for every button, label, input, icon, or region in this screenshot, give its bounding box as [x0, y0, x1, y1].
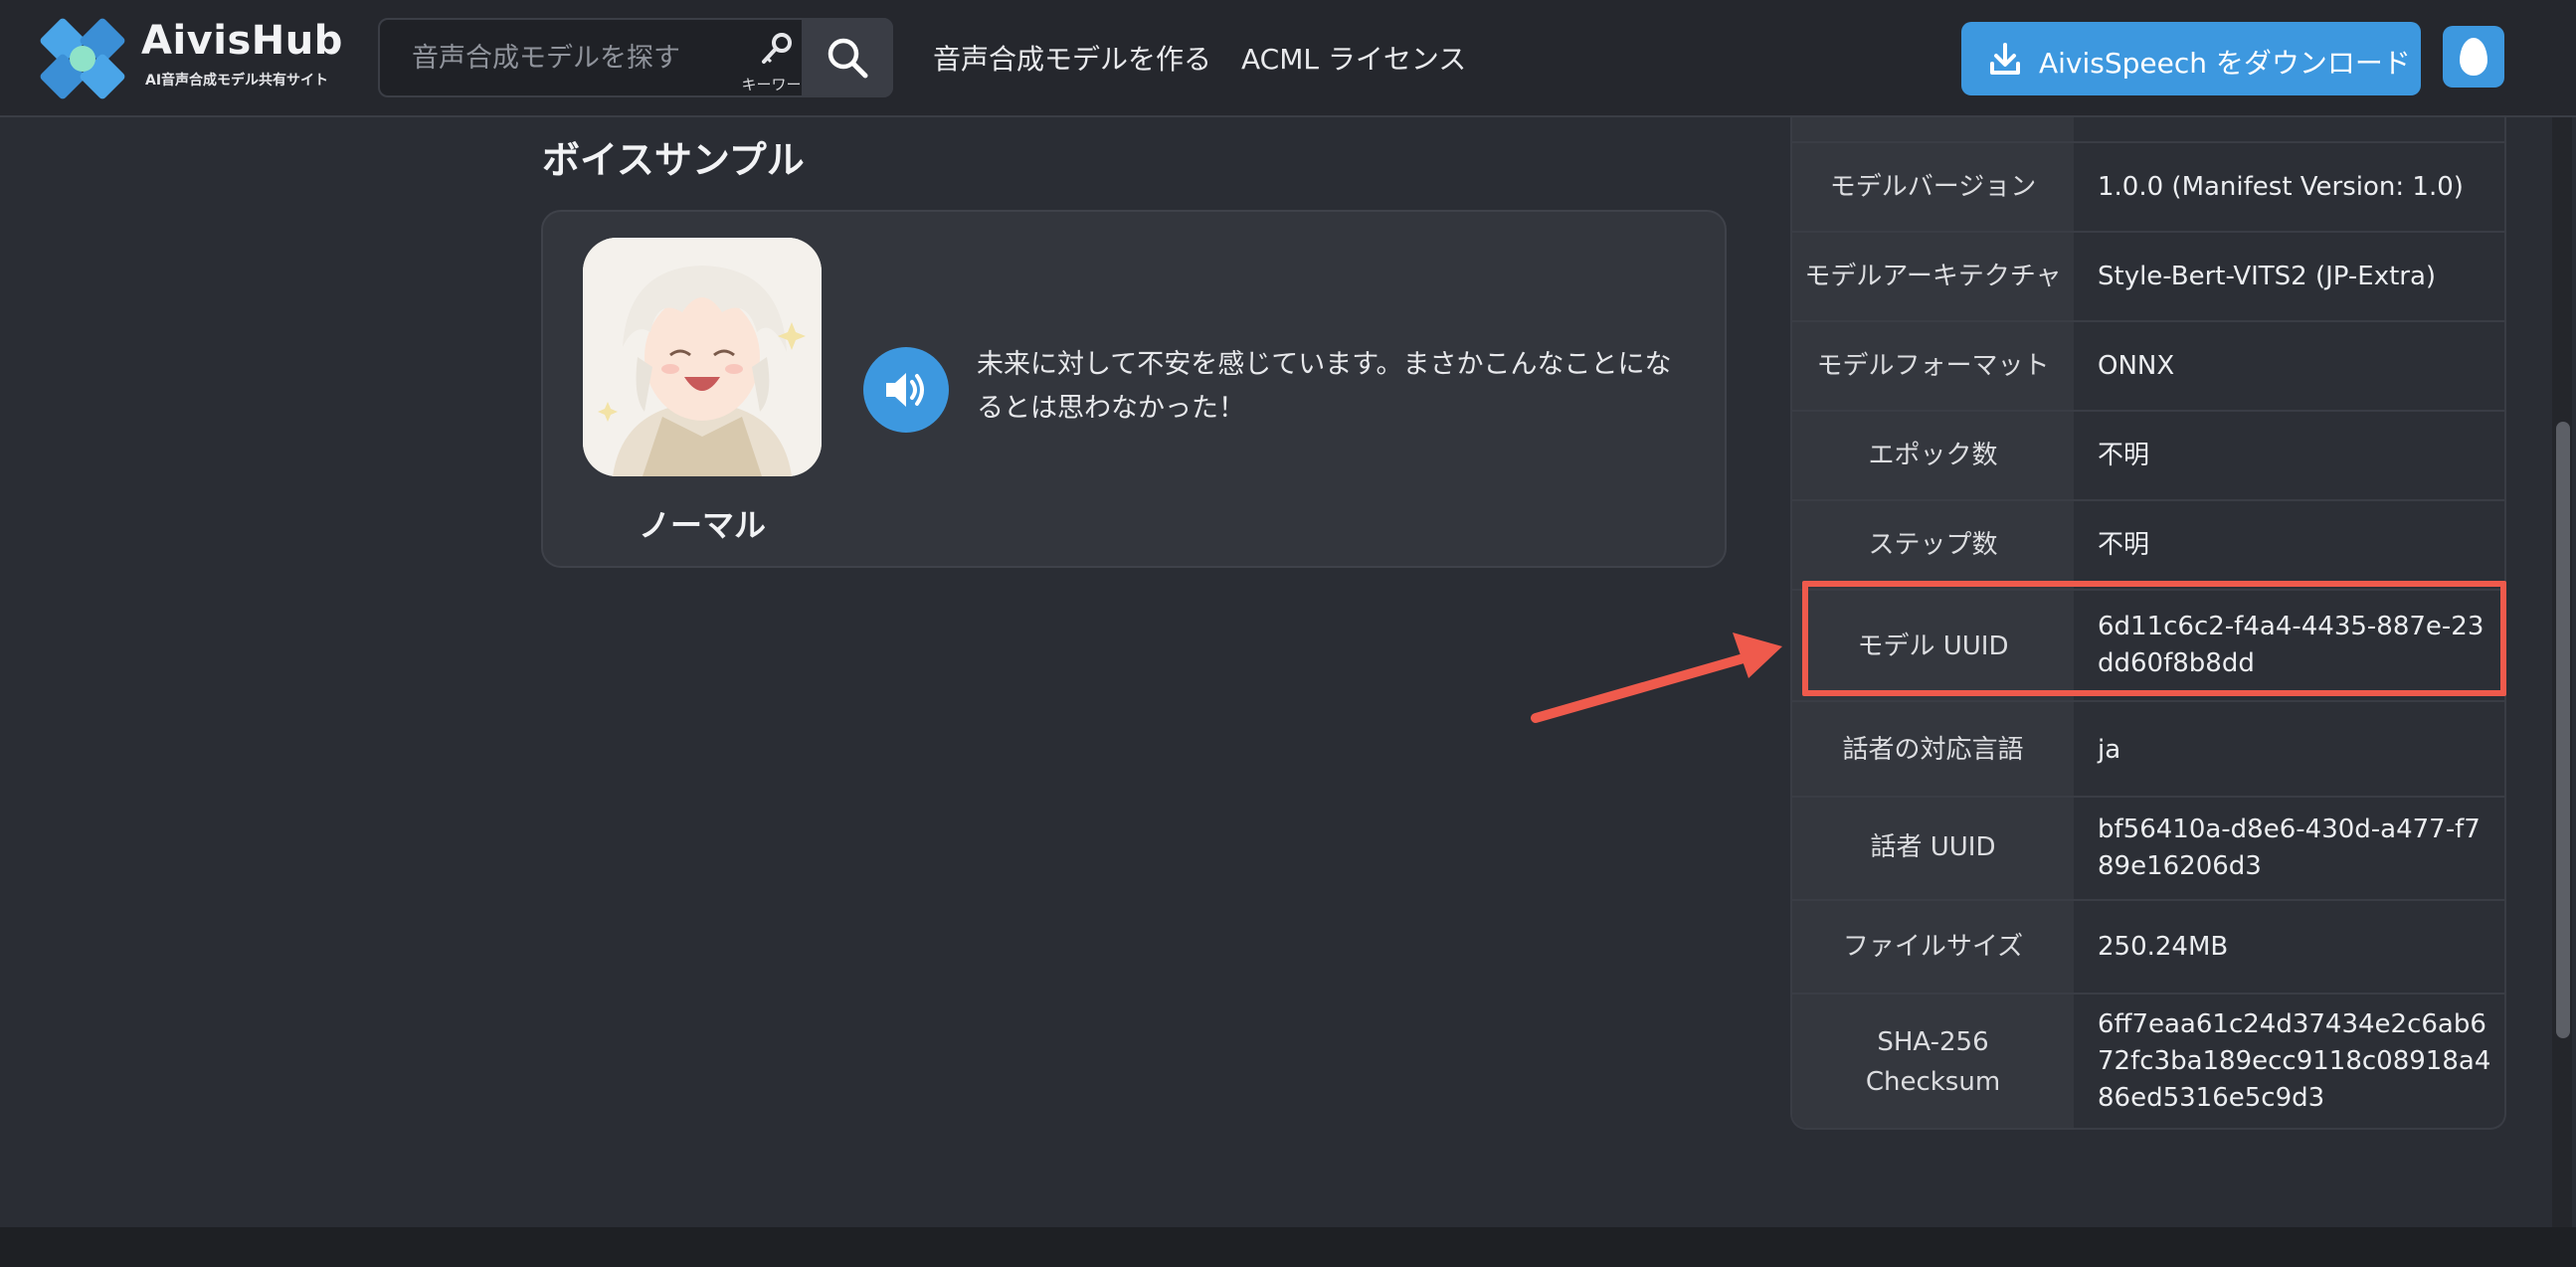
info-value[interactable]: bf56410a-d8e6-430d-a477-f789e16206d3: [2098, 812, 2495, 885]
info-value: 1.0.0 (Manifest Version: 1.0): [2098, 172, 2464, 202]
aivishub-logo-icon[interactable]: [38, 16, 127, 101]
user-menu-button[interactable]: [2443, 26, 2504, 88]
info-value[interactable]: 6ff7eaa61c24d37434e2c6ab672fc3ba189ecc91…: [2098, 1006, 2495, 1117]
key-icon[interactable]: [756, 32, 796, 66]
speaker-icon: [886, 373, 924, 407]
sample-text: 未来に対して不安を感じています。まさかこんなことになるとは思わなかった！: [977, 349, 1672, 424]
footer-bar: [0, 1227, 2576, 1267]
table-row: モデルバージョン 1.0.0 (Manifest Version: 1.0): [1792, 141, 2504, 231]
download-aivisspeech-button[interactable]: AivisSpeech をダウンロード: [1961, 22, 2421, 95]
info-value: 250.24MB: [2098, 932, 2229, 962]
voice-sample-card: ノーマル 未来に対して不安を感じています。まさかこんなことになるとは思わなかった…: [541, 210, 1727, 568]
brand-tagline: AI音声合成モデル共有サイト: [145, 73, 329, 89]
table-row-partial: [1792, 117, 2504, 143]
table-row: 話者 UUID bf56410a-d8e6-430d-a477-f789e162…: [1792, 796, 2504, 899]
voice-sample-title: ボイスサンプル: [542, 138, 805, 182]
play-sample-button[interactable]: [863, 347, 949, 433]
table-row: モデルフォーマット ONNX: [1792, 320, 2504, 410]
search-input[interactable]: [382, 22, 710, 93]
info-value: Style-Bert-VITS2 (JP-Extra): [2098, 262, 2437, 291]
info-label: ファイルサイズ: [1842, 932, 2024, 962]
info-label: モデルフォーマット: [1816, 351, 2050, 381]
info-value: 不明: [2098, 441, 2150, 470]
search-button[interactable]: [802, 18, 893, 97]
top-header: AivisHub AI音声合成モデル共有サイト キーワード 音声合成モデルを作る…: [0, 0, 2576, 117]
user-avatar-icon: [2460, 38, 2487, 76]
nav-acml-license[interactable]: ACML ライセンス: [1241, 38, 1466, 78]
annotation-highlight-box: [1802, 581, 2506, 696]
info-label: SHA-256 Checksum: [1865, 1027, 2001, 1097]
table-row: 話者の対応言語 ja: [1792, 700, 2504, 796]
info-value: ONNX: [2098, 351, 2175, 381]
annotation-arrow-icon: [1531, 633, 1782, 723]
table-row: ステップ数 不明: [1792, 499, 2504, 589]
info-label: モデルアーキテクチャ: [1804, 262, 2062, 291]
table-row: ファイルサイズ 250.24MB: [1792, 899, 2504, 993]
download-icon: [1990, 43, 2020, 75]
info-value: ja: [2098, 735, 2121, 765]
nav-create-model[interactable]: 音声合成モデルを作る: [933, 38, 1211, 78]
info-label: 話者の対応言語: [1842, 735, 2024, 765]
info-label: 話者 UUID: [1870, 832, 1996, 862]
info-label: ステップ数: [1868, 530, 1998, 560]
scrollbar-thumb[interactable]: [2556, 422, 2570, 1038]
download-button-label: AivisSpeech をダウンロード: [2039, 47, 2411, 80]
table-row: モデルアーキテクチャ Style-Bert-VITS2 (JP-Extra): [1792, 231, 2504, 320]
table-row: エポック数 不明: [1792, 410, 2504, 499]
info-value: 不明: [2098, 530, 2150, 560]
style-name: ノーマル: [638, 506, 766, 544]
brand-name[interactable]: AivisHub: [141, 18, 343, 64]
info-label: モデルバージョン: [1829, 172, 2037, 202]
table-row: SHA-256 Checksum 6ff7eaa61c24d37434e2c6a…: [1792, 993, 2504, 1128]
search-icon: [828, 38, 868, 79]
info-label: エポック数: [1868, 441, 1998, 470]
style-avatar-image: [583, 238, 822, 476]
